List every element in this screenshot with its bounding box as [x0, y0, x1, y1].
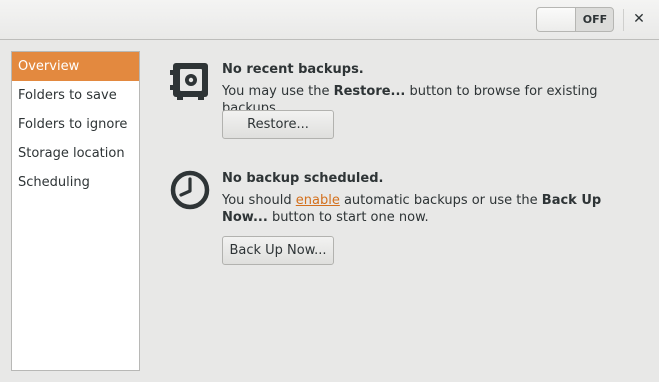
- enable-link[interactable]: enable: [296, 193, 340, 208]
- toggle-state-label: OFF: [582, 13, 608, 26]
- sidebar-item-storage-location[interactable]: Storage location: [12, 139, 139, 168]
- safe-icon: [170, 62, 210, 100]
- sidebar-item-scheduling[interactable]: Scheduling: [12, 168, 139, 197]
- sidebar-item-folders-to-save[interactable]: Folders to save: [12, 81, 139, 110]
- header-separator: [623, 9, 624, 31]
- schedule-title: No backup scheduled.: [222, 171, 384, 186]
- header-bar: OFF ✕: [0, 0, 659, 40]
- sidebar-item-folders-to-ignore[interactable]: Folders to ignore: [12, 110, 139, 139]
- sidebar: Overview Folders to save Folders to igno…: [11, 51, 140, 371]
- sidebar-item-overview[interactable]: Overview: [12, 52, 139, 81]
- backup-toggle-switch[interactable]: OFF: [536, 7, 614, 32]
- restore-button[interactable]: Restore...: [222, 110, 334, 139]
- clock-icon: [170, 170, 210, 210]
- close-icon[interactable]: ✕: [628, 8, 650, 30]
- schedule-description: You should enable automatic backups or u…: [222, 193, 602, 225]
- toggle-knob[interactable]: [537, 8, 576, 31]
- restore-title: No recent backups.: [222, 62, 364, 77]
- back-up-now-button[interactable]: Back Up Now...: [222, 236, 334, 265]
